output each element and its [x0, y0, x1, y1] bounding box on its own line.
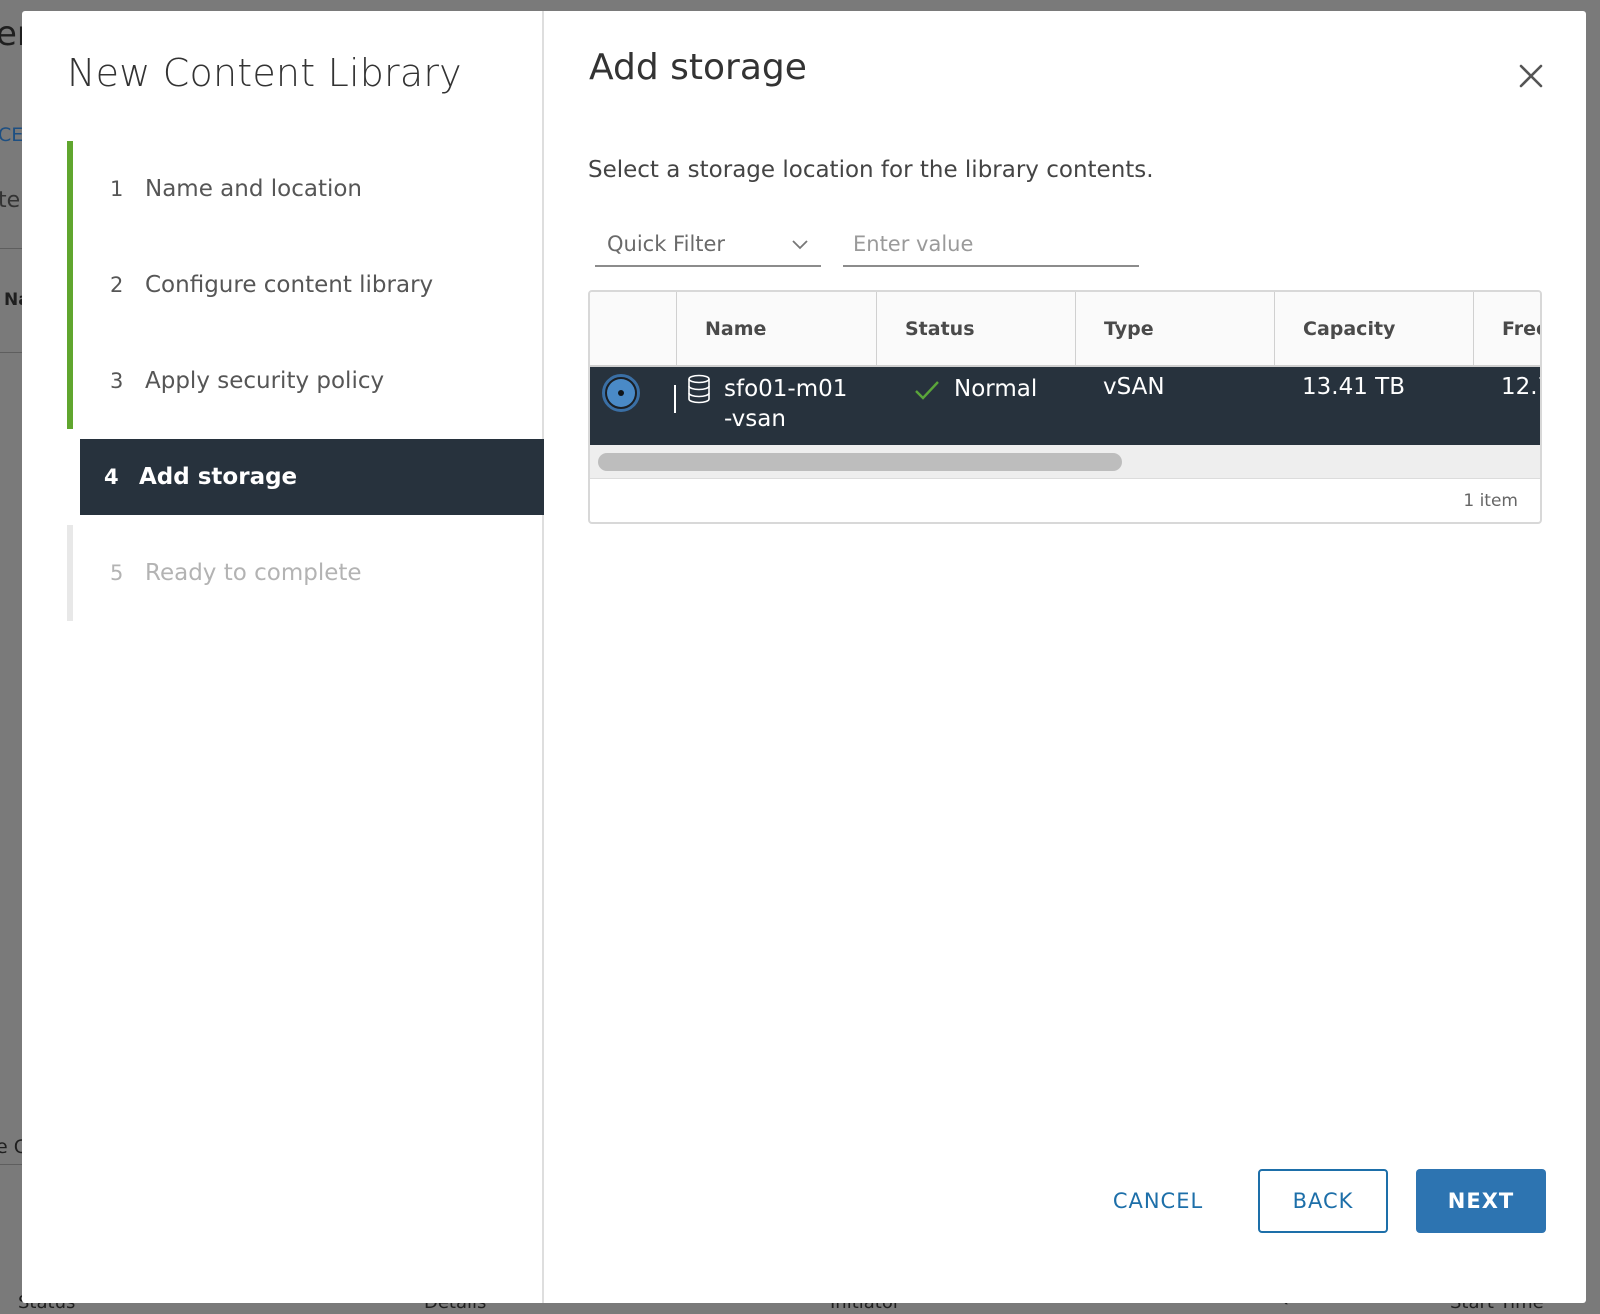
grid-footer: 1 item: [590, 479, 1540, 522]
horizontal-scrollbar[interactable]: [590, 445, 1540, 479]
check-icon: [915, 380, 939, 400]
filter-value-input[interactable]: [843, 223, 1139, 267]
step-name-and-location[interactable]: 1 Name and location: [67, 141, 544, 237]
status-text: Normal: [954, 376, 1038, 402]
step-configure-content-library[interactable]: 2 Configure content library: [67, 237, 544, 333]
scrollbar-thumb[interactable]: [598, 453, 1122, 471]
quick-filter-dropdown[interactable]: Quick Filter: [595, 223, 821, 267]
table-row[interactable]: sfo01-m01-vsan Normal vSAN 13.41 TB 12.7: [590, 367, 1540, 445]
instruction-text: Select a storage location for the librar…: [588, 157, 1154, 183]
new-content-library-dialog: New Content Library 1 Name and location …: [22, 11, 1586, 1303]
wizard-title: New Content Library: [67, 51, 462, 95]
cancel-button[interactable]: CANCEL: [1098, 1169, 1218, 1233]
row-select-cell: [590, 367, 676, 445]
dialog-footer: CANCEL BACK NEXT: [1098, 1169, 1546, 1233]
grid-header: Name Status Type Capacity Free: [590, 292, 1540, 367]
close-icon[interactable]: [1516, 61, 1546, 91]
datastore-icon: [688, 374, 710, 404]
step-number: 4: [104, 465, 119, 489]
back-button[interactable]: BACK: [1258, 1169, 1388, 1233]
step-number: 2: [110, 273, 124, 297]
column-header-free[interactable]: Free: [1473, 292, 1540, 365]
free-cell: 12.7: [1501, 374, 1540, 400]
column-header-status[interactable]: Status: [876, 292, 1075, 365]
quick-filter-label: Quick Filter: [607, 232, 726, 256]
wizard-sidebar: New Content Library 1 Name and location …: [22, 11, 544, 1303]
datastore-name: sfo01-m01-vsan: [724, 376, 848, 432]
page-title: Add storage: [589, 47, 807, 88]
capacity-cell: 13.41 TB: [1302, 374, 1405, 400]
background-link-fragment: CE: [0, 124, 24, 146]
select-column-header: [590, 292, 676, 365]
row-radio-button[interactable]: [602, 374, 640, 412]
wizard-content: Add storage Select a storage location fo…: [544, 11, 1586, 1303]
item-count: 1 item: [1463, 491, 1518, 511]
step-number: 5: [110, 561, 124, 585]
filter-bar: Quick Filter: [595, 223, 1139, 267]
chevron-down-icon: [792, 240, 808, 250]
step-label: Name and location: [145, 176, 363, 202]
type-cell: vSAN: [1103, 374, 1165, 400]
status-cell: Normal: [876, 367, 1075, 445]
step-label: Configure content library: [145, 272, 434, 298]
wizard-steps: 1 Name and location 2 Configure content …: [67, 141, 544, 621]
column-header-capacity[interactable]: Capacity: [1274, 292, 1473, 365]
step-number: 3: [110, 369, 124, 393]
background-input-fragment: te: [0, 188, 21, 213]
step-ready-to-complete: 5 Ready to complete: [67, 525, 544, 621]
step-number: 1: [110, 177, 124, 201]
next-button[interactable]: NEXT: [1416, 1169, 1546, 1233]
name-cell: sfo01-m01-vsan: [676, 367, 876, 445]
column-header-name[interactable]: Name: [676, 292, 876, 365]
step-label: Ready to complete: [145, 560, 362, 586]
step-add-storage[interactable]: 4 Add storage: [80, 439, 544, 515]
column-header-type[interactable]: Type: [1075, 292, 1274, 365]
step-label: Add storage: [139, 464, 298, 490]
datastore-grid: Name Status Type Capacity Free: [588, 290, 1542, 524]
step-label: Apply security policy: [145, 368, 385, 394]
step-apply-security-policy[interactable]: 3 Apply security policy: [67, 333, 544, 429]
